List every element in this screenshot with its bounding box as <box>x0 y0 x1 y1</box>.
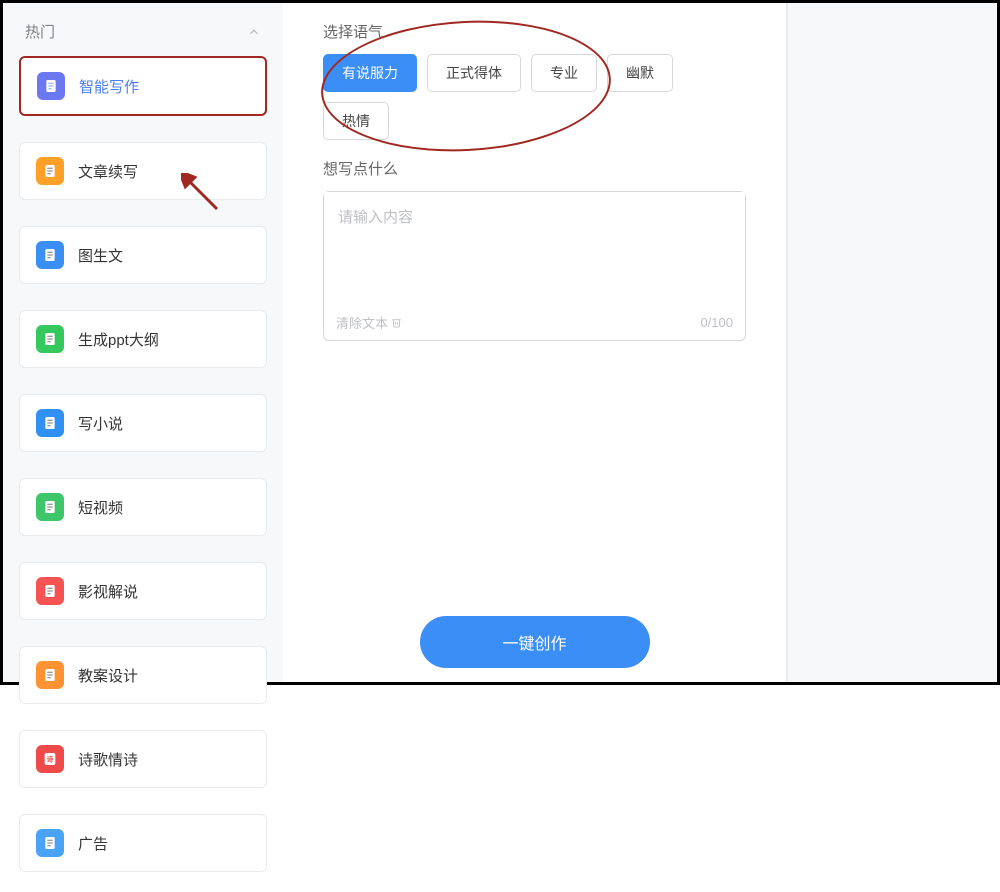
doc-lines-icon <box>36 157 64 185</box>
sidebar-item-label: 教案设计 <box>78 665 138 686</box>
slides-icon <box>36 325 64 353</box>
tone-option-3[interactable]: 幽默 <box>607 54 673 92</box>
doc-icon <box>36 409 64 437</box>
sidebar-item-label: 图生文 <box>78 245 123 266</box>
sidebar-item-8[interactable]: 诗 诗歌情诗 <box>19 730 267 788</box>
sidebar-item-6[interactable]: 影视解说 <box>19 562 267 620</box>
tone-option-4[interactable]: 热情 <box>323 102 389 140</box>
doc-icon <box>36 829 64 857</box>
textarea-container: 清除文本 0/100 <box>323 191 746 341</box>
char-counter: 0/100 <box>700 315 733 330</box>
sidebar-item-label: 广告 <box>78 833 108 854</box>
sidebar: 热门 智能写作文章续写图生文生成ppt大纲写小说短视频影视解说教案设计诗诗歌情诗… <box>3 3 283 682</box>
clear-text-button[interactable]: 清除文本 <box>336 313 402 332</box>
sidebar-item-2[interactable]: 图生文 <box>19 226 267 284</box>
chevron-up-icon <box>247 25 261 39</box>
sidebar-item-label: 智能写作 <box>79 76 139 97</box>
tone-option-1[interactable]: 正式得体 <box>427 54 521 92</box>
svg-text:诗: 诗 <box>47 755 54 764</box>
poem-icon: 诗 <box>36 745 64 773</box>
main-panel: 选择语气 有说服力正式得体专业幽默热情 想写点什么 清除文本 0/100 一键创… <box>283 3 787 682</box>
content-input[interactable] <box>324 192 745 307</box>
clear-text-label: 清除文本 <box>336 313 388 332</box>
trash-icon <box>391 317 402 328</box>
tone-section-label: 选择语气 <box>323 21 746 42</box>
sidebar-section-label: 热门 <box>25 21 55 42</box>
doc-lines-icon <box>36 493 64 521</box>
sidebar-item-7[interactable]: 教案设计 <box>19 646 267 704</box>
sidebar-item-label: 诗歌情诗 <box>78 749 138 770</box>
sidebar-item-label: 影视解说 <box>78 581 138 602</box>
sidebar-item-4[interactable]: 写小说 <box>19 394 267 452</box>
sidebar-item-9[interactable]: 广告 <box>19 814 267 872</box>
doc-pencil-icon <box>37 72 65 100</box>
sidebar-item-label: 生成ppt大纲 <box>78 329 159 350</box>
sidebar-item-5[interactable]: 短视频 <box>19 478 267 536</box>
sidebar-item-label: 短视频 <box>78 497 123 518</box>
sidebar-item-1[interactable]: 文章续写 <box>19 142 267 200</box>
sidebar-item-3[interactable]: 生成ppt大纲 <box>19 310 267 368</box>
sidebar-item-label: 写小说 <box>78 413 123 434</box>
create-button[interactable]: 一键创作 <box>420 616 650 668</box>
prompt-section-label: 想写点什么 <box>323 158 746 179</box>
image-text-icon <box>36 241 64 269</box>
tone-option-2[interactable]: 专业 <box>531 54 597 92</box>
tone-option-0[interactable]: 有说服力 <box>323 54 417 92</box>
sidebar-section-header[interactable]: 热门 <box>3 3 283 56</box>
right-gutter <box>787 3 997 682</box>
doc-lines-icon <box>36 577 64 605</box>
sidebar-item-label: 文章续写 <box>78 161 138 182</box>
sidebar-item-0[interactable]: 智能写作 <box>19 56 267 116</box>
